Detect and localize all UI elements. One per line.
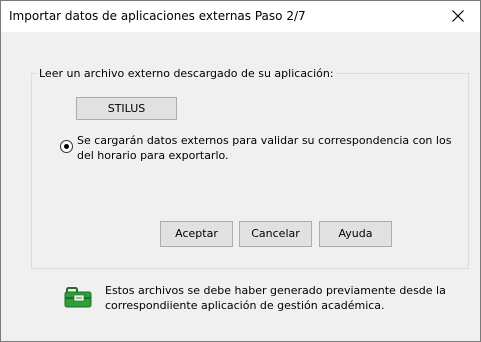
radio-selected-dot — [64, 144, 69, 149]
close-button[interactable] — [436, 1, 480, 32]
help-button[interactable]: Ayuda — [319, 221, 392, 247]
radio-label[interactable]: Se cargarán datos externos para validar … — [77, 133, 452, 163]
accept-button[interactable]: Aceptar — [160, 221, 233, 247]
groupbox-label: Leer un archivo externo descargado de su… — [37, 67, 336, 80]
load-external-radio[interactable] — [60, 140, 73, 153]
title-bar[interactable]: Importar datos de aplicaciones externas … — [1, 1, 480, 32]
close-icon — [452, 10, 464, 22]
cancel-button[interactable]: Cancelar — [239, 221, 312, 247]
window-title: Importar datos de aplicaciones externas … — [9, 9, 306, 23]
green-briefcase-icon — [64, 285, 94, 309]
info-message: Estos archivos se debe haber generado pr… — [105, 284, 446, 312]
stilus-button[interactable]: STILUS — [76, 97, 177, 120]
